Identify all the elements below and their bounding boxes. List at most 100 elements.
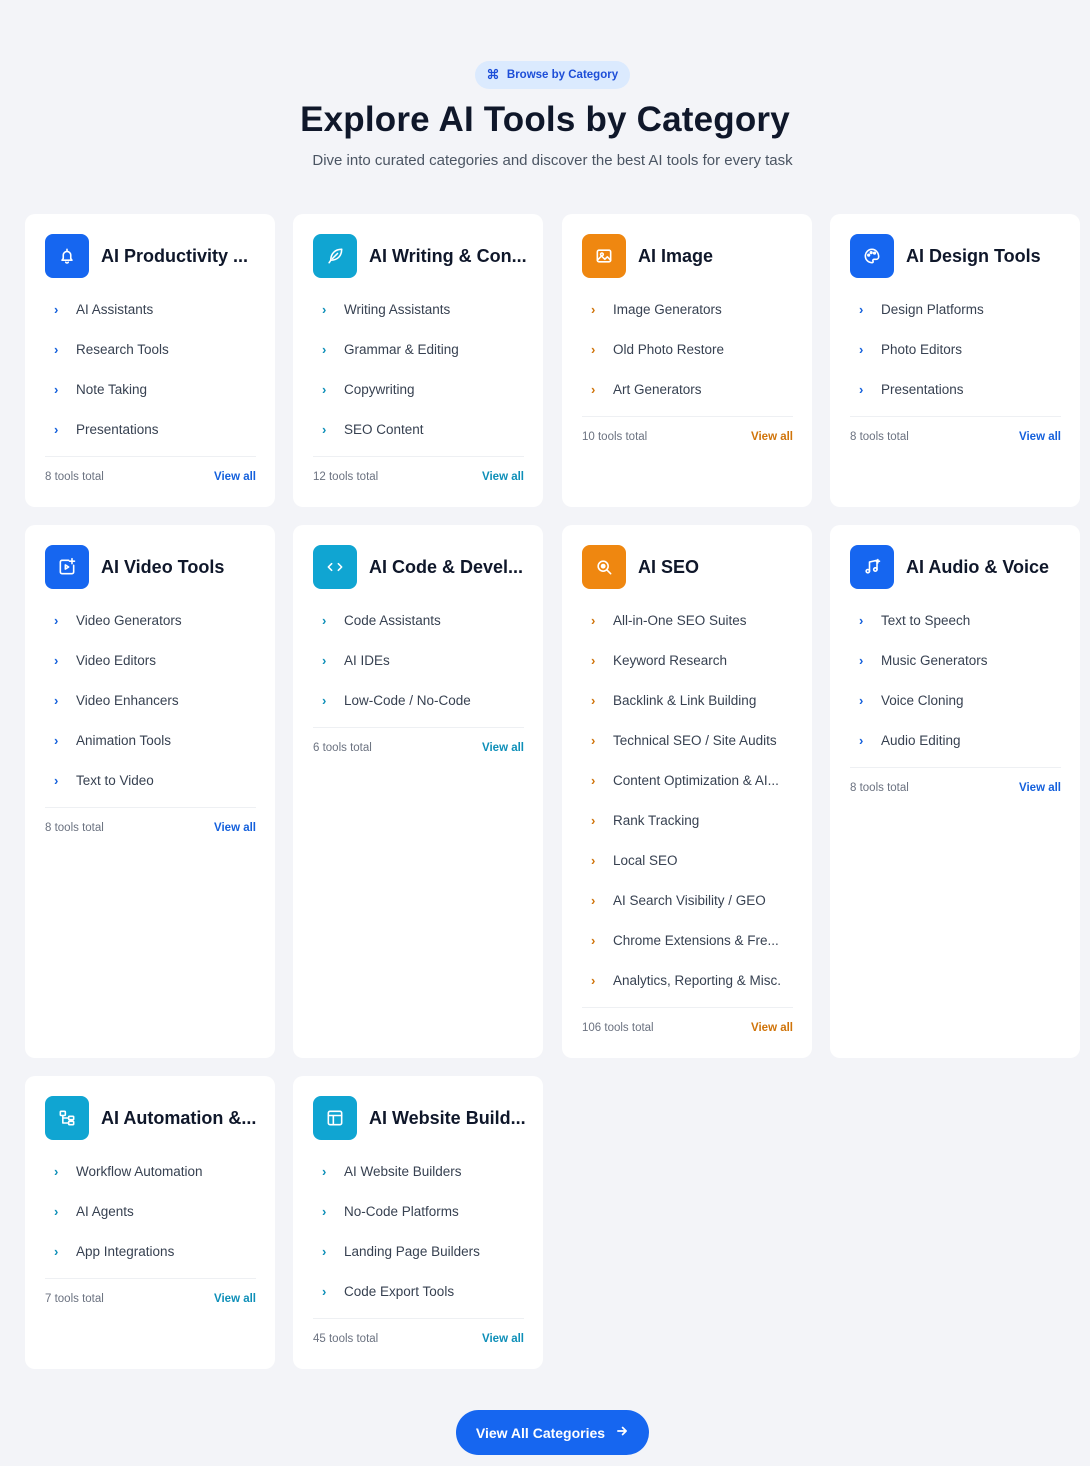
subcategory-item[interactable]: › Low-Code / No-Code [313, 680, 524, 720]
card-title[interactable]: AI Image [638, 246, 713, 267]
subcategory-item[interactable]: › App Integrations [45, 1231, 256, 1271]
view-all-categories-button[interactable]: View All Categories [456, 1410, 649, 1455]
subcategory-label: Note Taking [76, 381, 148, 397]
subcategory-item[interactable]: › Presentations [850, 369, 1061, 409]
subcategory-item[interactable]: › Photo Editors [850, 329, 1061, 369]
view-all-link[interactable]: View all [482, 1333, 524, 1345]
card-title[interactable]: AI Code & Devel... [369, 557, 523, 578]
subcategory-item[interactable]: › Landing Page Builders [313, 1231, 524, 1271]
video-icon [45, 545, 89, 589]
subcategory-item[interactable]: › Content Optimization & AI... [582, 760, 793, 800]
category-card[interactable]: AI Design Tools › Design Platforms › Photo E… [830, 214, 1080, 507]
subcategory-item[interactable]: › Voice Cloning [850, 680, 1061, 720]
subcategory-item[interactable]: › Video Enhancers [45, 680, 256, 720]
card-title[interactable]: AI Design Tools [906, 246, 1041, 267]
tools-count: 106 tools total [582, 1021, 654, 1034]
card-title[interactable]: AI Writing & Con... [369, 246, 527, 267]
view-all-link[interactable]: View all [751, 1022, 793, 1034]
subcategory-item[interactable]: › Code Assistants [313, 600, 524, 640]
card-header: AI Automation &... [45, 1096, 256, 1140]
view-all-link[interactable]: View all [1019, 431, 1061, 443]
subcategory-item[interactable]: › No-Code Platforms [313, 1191, 524, 1231]
subcategory-item[interactable]: › All-in-One SEO Suites [582, 600, 793, 640]
subcategory-item[interactable]: › Writing Assistants [313, 289, 524, 329]
subcategory-item[interactable]: › AI Website Builders [313, 1151, 524, 1191]
subcategory-item[interactable]: › Chrome Extensions & Fre... [582, 920, 793, 960]
subcategory-label: Keyword Research [613, 652, 728, 668]
subcategory-item[interactable]: › Note Taking [45, 369, 256, 409]
subcategory-label: AI Website Builders [344, 1163, 462, 1179]
subcategory-item[interactable]: › Copywriting [313, 369, 524, 409]
chevron-right-icon: › [54, 421, 59, 437]
subcategory-list: › All-in-One SEO Suites › Keyword Research ›… [582, 600, 793, 1000]
subcategory-item[interactable]: › Local SEO [582, 840, 793, 880]
tools-count: 8 tools total [45, 470, 104, 483]
subcategory-item[interactable]: › Research Tools [45, 329, 256, 369]
subcategory-item[interactable]: › Grammar & Editing [313, 329, 524, 369]
subcategory-item[interactable]: › Rank Tracking [582, 800, 793, 840]
subcategory-item[interactable]: › Text to Video [45, 760, 256, 800]
subcategory-item[interactable]: › Design Platforms [850, 289, 1061, 329]
subcategory-item[interactable]: › Audio Editing [850, 720, 1061, 760]
subcategory-item[interactable]: › Image Generators [582, 289, 793, 329]
subcategory-item[interactable]: › Music Generators [850, 640, 1061, 680]
card-footer: 8 tools total View all [850, 416, 1061, 456]
subcategory-list: › Design Platforms › Photo Editors › Presenta… [850, 289, 1061, 409]
subcategory-item[interactable]: › AI IDEs [313, 640, 524, 680]
subcategory-item[interactable]: › Backlink & Link Building [582, 680, 793, 720]
tools-count: 6 tools total [313, 741, 372, 754]
view-all-link[interactable]: View all [1019, 782, 1061, 794]
subcategory-label: Writing Assistants [344, 301, 451, 317]
subcategory-item[interactable]: › Keyword Research [582, 640, 793, 680]
category-card[interactable]: AI Automation &... › Workflow Automation › A… [25, 1076, 275, 1369]
subcategory-item[interactable]: › Text to Speech [850, 600, 1061, 640]
subcategory-item[interactable]: › Video Editors [45, 640, 256, 680]
category-card[interactable]: AI Video Tools › Video Generators › Video Ed… [25, 525, 275, 1058]
category-card[interactable]: AI Image › Image Generators › Old Photo Rest… [562, 214, 812, 507]
chevron-right-icon: › [322, 341, 327, 357]
subcategory-item[interactable]: › Presentations [45, 409, 256, 449]
category-card[interactable]: AI Productivity ... › AI Assistants › Resear… [25, 214, 275, 507]
card-title[interactable]: AI Audio & Voice [906, 557, 1049, 578]
chevron-right-icon: › [54, 692, 59, 708]
card-title[interactable]: AI Video Tools [101, 557, 224, 578]
subcategory-label: Video Editors [76, 652, 157, 668]
view-all-link[interactable]: View all [751, 431, 793, 443]
card-header: AI Productivity ... [45, 234, 256, 278]
subcategory-item[interactable]: › Video Generators [45, 600, 256, 640]
subcategory-item[interactable]: › Analytics, Reporting & Misc. [582, 960, 793, 1000]
subcategory-item[interactable]: › Technical SEO / Site Audits [582, 720, 793, 760]
subcategory-label: Local SEO [613, 852, 678, 868]
card-title[interactable]: AI Website Build... [369, 1108, 526, 1129]
subcategory-item[interactable]: › Code Export Tools [313, 1271, 524, 1311]
tools-count: 8 tools total [45, 821, 104, 834]
view-all-link[interactable]: View all [214, 471, 256, 483]
subcategory-item[interactable]: › SEO Content [313, 409, 524, 449]
chevron-right-icon: › [591, 612, 596, 628]
card-title[interactable]: AI Productivity ... [101, 246, 248, 267]
category-card[interactable]: AI Code & Devel... › Code Assistants › AI ID… [293, 525, 543, 1058]
subcategory-list: › Code Assistants › AI IDEs › Low-Code / No-C… [313, 600, 524, 720]
subcategory-item[interactable]: › AI Assistants [45, 289, 256, 329]
view-all-link[interactable]: View all [482, 742, 524, 754]
view-all-link[interactable]: View all [214, 822, 256, 834]
image-icon [582, 234, 626, 278]
chevron-right-icon: › [322, 421, 327, 437]
subcategory-item[interactable]: › AI Search Visibility / GEO [582, 880, 793, 920]
view-all-link[interactable]: View all [214, 1293, 256, 1305]
category-card[interactable]: AI Writing & Con... › Writing Assistants › G… [293, 214, 543, 507]
subcategory-item[interactable]: › Old Photo Restore [582, 329, 793, 369]
category-card[interactable]: AI SEO › All-in-One SEO Suites › Keyword Res… [562, 525, 812, 1058]
category-card[interactable]: AI Website Build... › AI Website Builders ›… [293, 1076, 543, 1369]
card-title[interactable]: AI SEO [638, 557, 699, 578]
subcategory-list: › Workflow Automation › AI Agents › App Integ… [45, 1151, 256, 1271]
subcategory-item[interactable]: › AI Agents [45, 1191, 256, 1231]
category-card[interactable]: AI Audio & Voice › Text to Speech › Music Ge… [830, 525, 1080, 1058]
chevron-right-icon: › [322, 381, 327, 397]
subcategory-item[interactable]: › Art Generators [582, 369, 793, 409]
subcategory-item[interactable]: › Workflow Automation [45, 1151, 256, 1191]
chevron-right-icon: › [591, 932, 596, 948]
view-all-link[interactable]: View all [482, 471, 524, 483]
subcategory-item[interactable]: › Animation Tools [45, 720, 256, 760]
card-title[interactable]: AI Automation &... [101, 1108, 256, 1129]
